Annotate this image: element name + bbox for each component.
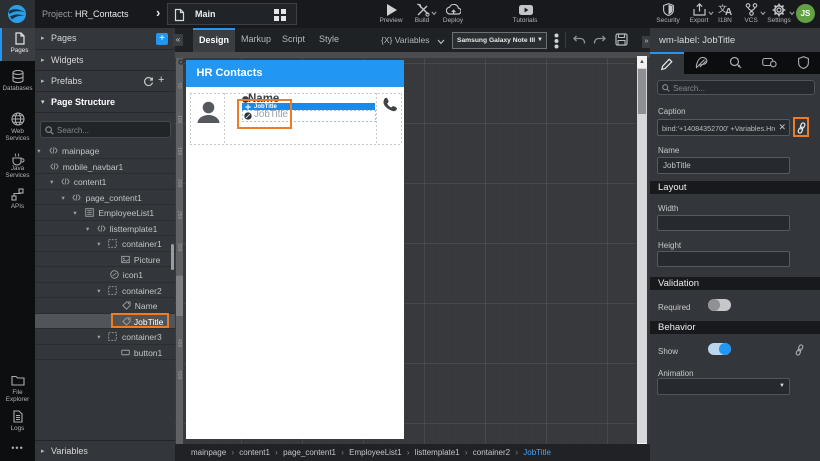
svg-text:A: A (725, 7, 732, 16)
